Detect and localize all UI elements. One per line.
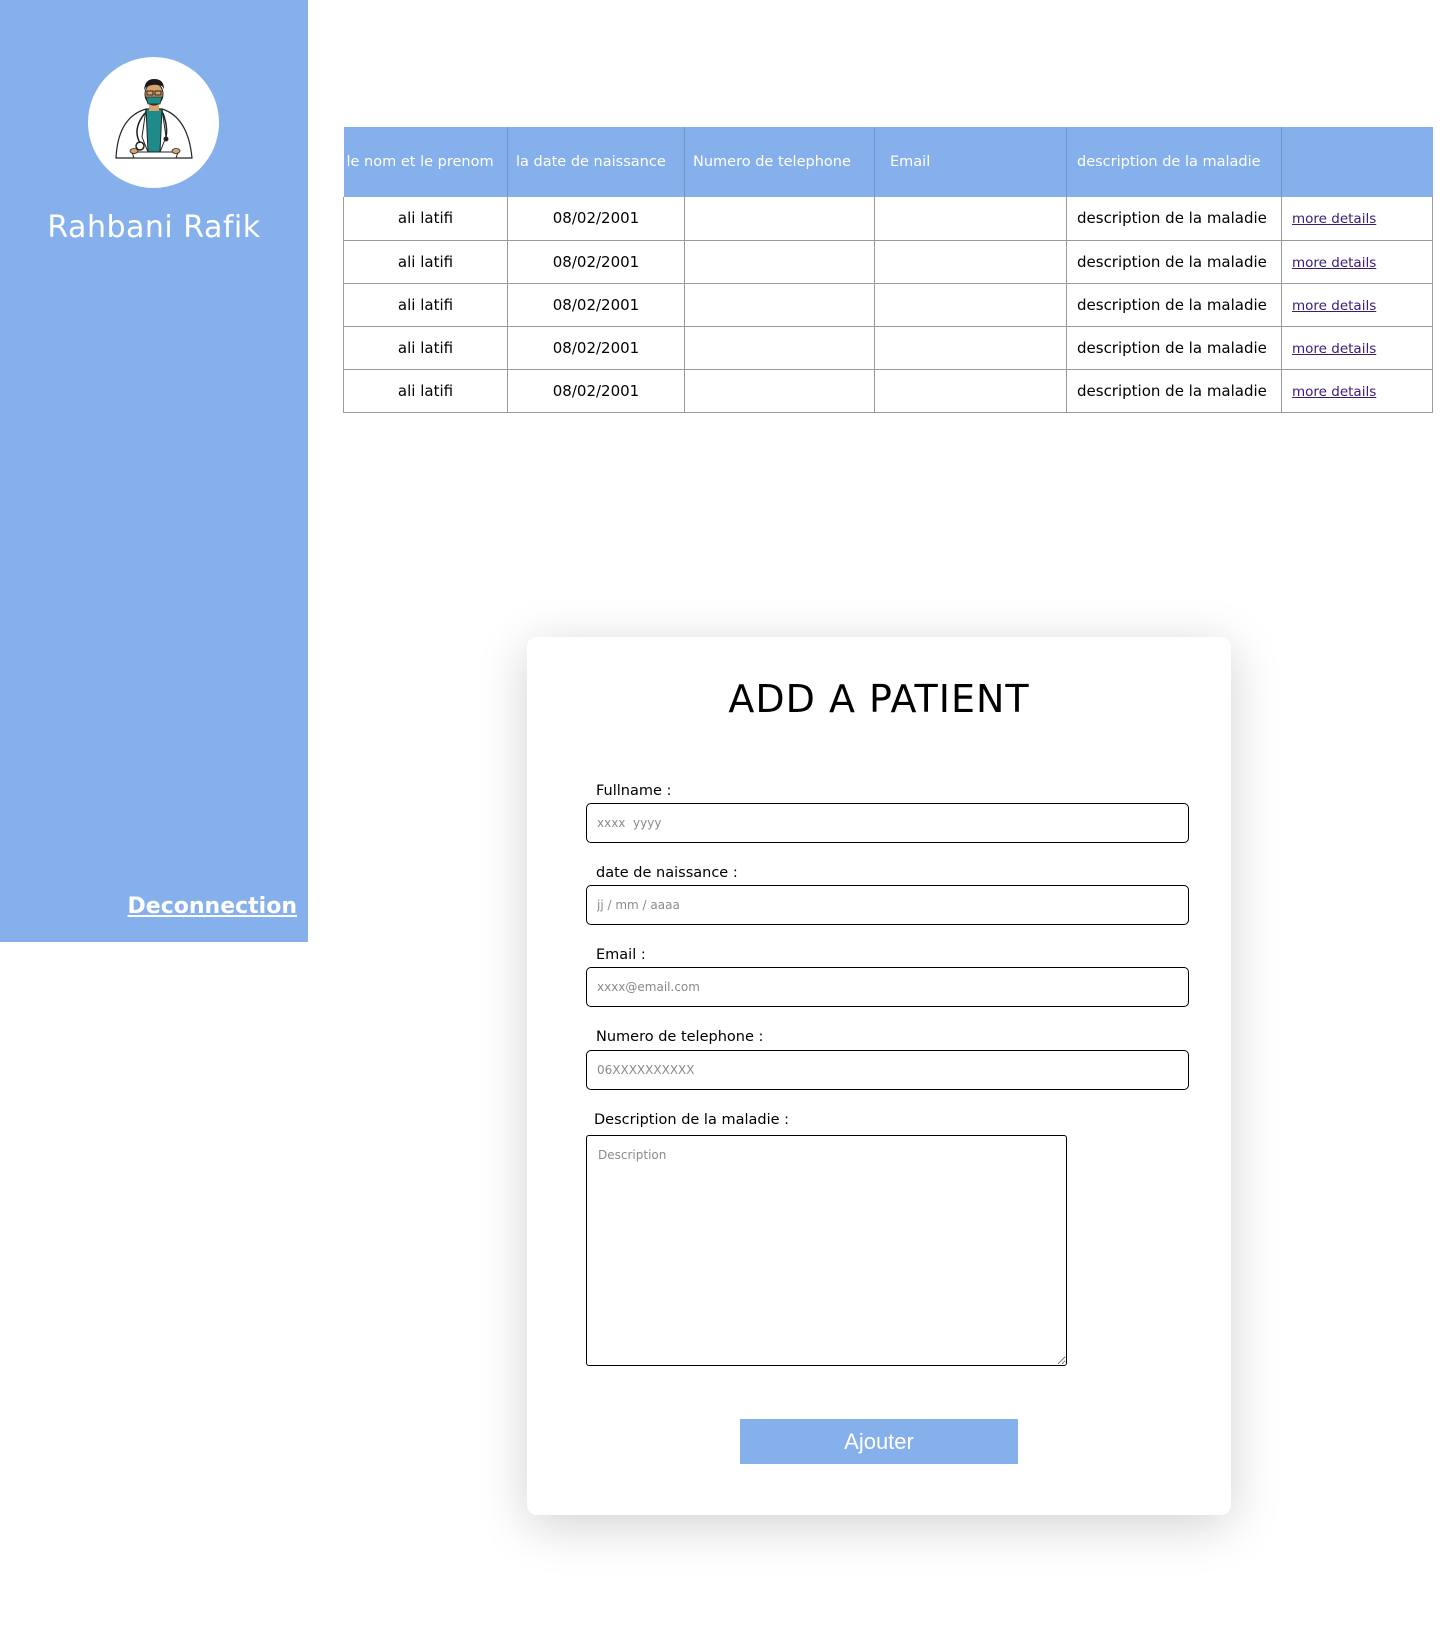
- cell-birth-date: 08/02/2001: [507, 283, 685, 327]
- cell-description: description de la maladie: [1066, 369, 1282, 413]
- header-phone: Numero de telephone: [684, 127, 875, 197]
- birth-date-label: date de naissance :: [596, 865, 738, 881]
- cell-birth-date: 08/02/2001: [507, 369, 685, 413]
- table-row: ali latifi 08/02/2001 description de la …: [343, 283, 1433, 327]
- cell-actions: more details: [1281, 283, 1433, 327]
- cell-phone: [684, 240, 875, 284]
- cell-name: ali latifi: [343, 326, 508, 370]
- phone-label: Numero de telephone :: [596, 1029, 764, 1045]
- cell-email: [874, 197, 1067, 241]
- cell-description: description de la maladie: [1066, 283, 1282, 327]
- description-textarea[interactable]: [586, 1135, 1067, 1366]
- cell-actions: more details: [1281, 369, 1433, 413]
- cell-name: ali latifi: [343, 197, 508, 241]
- table-header-row: le nom et le prenom la date de naissance…: [343, 127, 1433, 197]
- cell-actions: more details: [1281, 197, 1433, 241]
- cell-name: ali latifi: [343, 240, 508, 284]
- logout-link[interactable]: Deconnection: [128, 894, 297, 919]
- patients-table: le nom et le prenom la date de naissance…: [343, 127, 1433, 413]
- more-details-link[interactable]: more details: [1292, 341, 1376, 357]
- cell-description: description de la maladie: [1066, 326, 1282, 370]
- more-details-link[interactable]: more details: [1292, 298, 1376, 314]
- header-birth-date: la date de naissance: [507, 127, 685, 197]
- fullname-label: Fullname :: [596, 783, 672, 799]
- birth-date-input[interactable]: [586, 885, 1189, 925]
- cell-phone: [684, 197, 875, 241]
- add-button[interactable]: Ajouter: [740, 1419, 1018, 1464]
- header-description: description de la maladie: [1066, 127, 1282, 197]
- cell-actions: more details: [1281, 240, 1433, 284]
- cell-birth-date: 08/02/2001: [507, 197, 685, 241]
- cell-name: ali latifi: [343, 369, 508, 413]
- cell-phone: [684, 283, 875, 327]
- table-row: ali latifi 08/02/2001 description de la …: [343, 240, 1433, 284]
- form-title: ADD A PATIENT: [728, 677, 1030, 721]
- cell-birth-date: 08/02/2001: [507, 326, 685, 370]
- phone-input[interactable]: [586, 1050, 1189, 1090]
- cell-email: [874, 283, 1067, 327]
- more-details-link[interactable]: more details: [1292, 211, 1376, 227]
- cell-email: [874, 326, 1067, 370]
- header-email: Email: [874, 127, 1067, 197]
- email-input[interactable]: [586, 967, 1189, 1007]
- add-patient-card: ADD A PATIENT Fullname : date de naissan…: [527, 637, 1231, 1515]
- cell-email: [874, 369, 1067, 413]
- more-details-link[interactable]: more details: [1292, 255, 1376, 271]
- fullname-input[interactable]: [586, 803, 1189, 843]
- email-label: Email :: [596, 947, 646, 963]
- cell-actions: more details: [1281, 326, 1433, 370]
- cell-description: description de la maladie: [1066, 240, 1282, 284]
- table-row: ali latifi 08/02/2001 description de la …: [343, 197, 1433, 241]
- description-label: Description de la maladie :: [594, 1112, 790, 1128]
- header-name: le nom et le prenom: [343, 127, 508, 197]
- doctor-avatar: [88, 57, 219, 188]
- cell-name: ali latifi: [343, 283, 508, 327]
- table-row: ali latifi 08/02/2001 description de la …: [343, 369, 1433, 413]
- doctor-avatar-icon: [115, 79, 193, 159]
- cell-description: description de la maladie: [1066, 197, 1282, 241]
- more-details-link[interactable]: more details: [1292, 384, 1376, 400]
- sidebar: Rahbani Rafik Deconnection: [0, 0, 308, 942]
- cell-birth-date: 08/02/2001: [507, 240, 685, 284]
- cell-phone: [684, 326, 875, 370]
- cell-phone: [684, 369, 875, 413]
- cell-email: [874, 240, 1067, 284]
- header-actions: [1281, 127, 1433, 197]
- doctor-name: Rahbani Rafik: [47, 210, 261, 245]
- table-row: ali latifi 08/02/2001 description de la …: [343, 326, 1433, 370]
